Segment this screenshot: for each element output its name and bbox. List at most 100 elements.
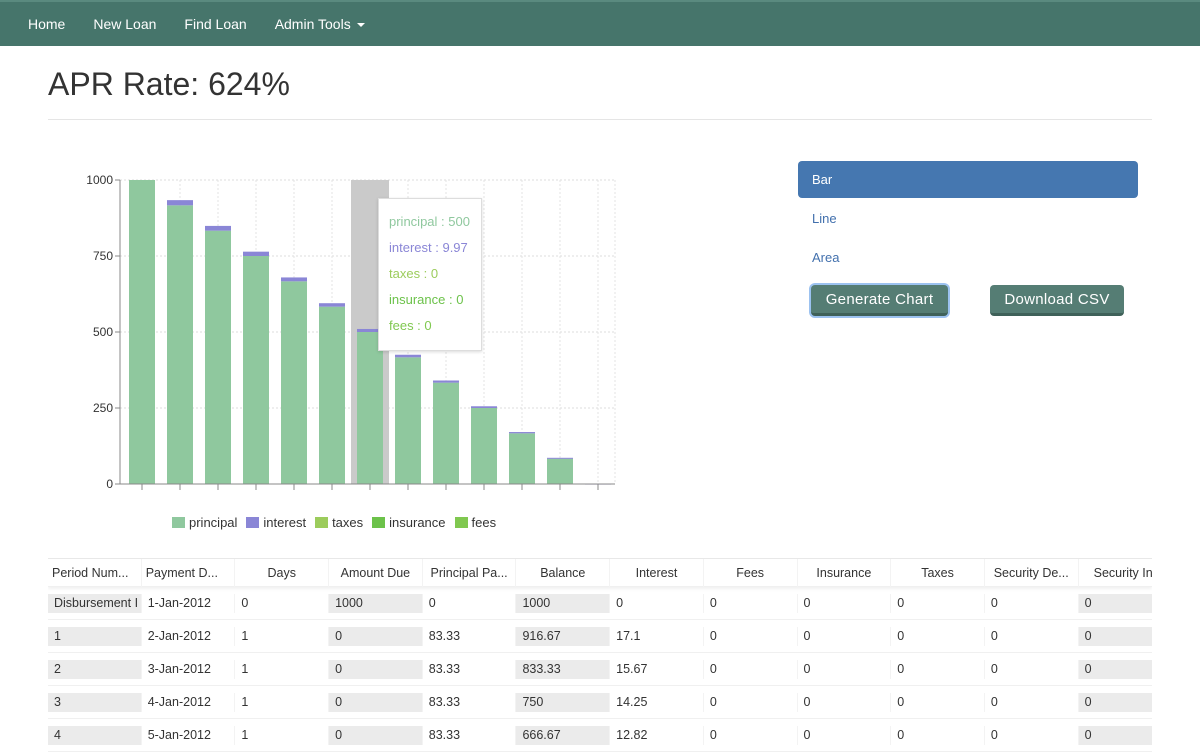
table-cell[interactable]: 0	[985, 593, 1079, 613]
table-cell[interactable]: 0	[329, 692, 423, 712]
bar-principal	[129, 180, 155, 484]
table-row: Disbursement I 1-Jan-2012 0 1000 0 1000 0 0 0 0 0 0	[48, 587, 1152, 620]
chart-type-bar[interactable]: Bar	[798, 161, 1138, 198]
table-cell[interactable]: 0	[235, 593, 330, 613]
table-cell[interactable]: 0	[891, 593, 985, 613]
legend-label: insurance	[389, 515, 446, 530]
table-cell[interactable]: 0	[329, 626, 423, 646]
legend-item-fees[interactable]: fees	[454, 515, 496, 530]
chart-legend: principal interest taxes insurance fees	[172, 515, 505, 530]
column-header[interactable]: Fees	[704, 559, 798, 587]
table-cell[interactable]: 15.67	[610, 659, 704, 679]
table-cell[interactable]: 1000	[516, 593, 611, 613]
table-cell[interactable]: 4-Jan-2012	[142, 692, 236, 712]
table-cell[interactable]: 0	[798, 659, 892, 679]
table-cell[interactable]: 0	[1078, 725, 1152, 745]
table-cell[interactable]: 0	[1078, 593, 1152, 613]
bar-principal	[433, 382, 459, 484]
table-cell[interactable]: 17.1	[610, 626, 704, 646]
legend-item-principal[interactable]: principal	[172, 515, 237, 530]
table-cell[interactable]: 0	[798, 725, 892, 745]
column-header[interactable]: Amount Due	[329, 559, 423, 587]
y-tick-label: 750	[93, 249, 113, 263]
table-cell[interactable]: 0	[798, 692, 892, 712]
table-cell[interactable]: 0	[1078, 659, 1152, 679]
table-cell[interactable]: 0	[891, 725, 985, 745]
table-cell[interactable]: 1	[48, 626, 142, 646]
table-cell[interactable]: 833.33	[516, 659, 611, 679]
table-cell[interactable]: Disbursement I	[48, 593, 142, 613]
table-cell[interactable]: 1	[235, 725, 330, 745]
table-cell[interactable]: 0	[985, 692, 1079, 712]
column-header[interactable]: Principal Pa...	[423, 559, 517, 587]
download-csv-button[interactable]: Download CSV	[990, 285, 1124, 316]
column-header[interactable]: Security Int	[1079, 559, 1152, 587]
bar-principal	[547, 458, 573, 484]
table-cell[interactable]: 0	[798, 626, 892, 646]
table-cell[interactable]: 0	[891, 626, 985, 646]
tooltip-line: principal : 500	[389, 214, 470, 229]
table-cell[interactable]: 0	[610, 593, 704, 613]
table-cell[interactable]: 0	[329, 725, 423, 745]
legend-item-taxes[interactable]: taxes	[315, 515, 363, 530]
table-cell[interactable]: 0	[704, 725, 798, 745]
table-cell[interactable]: 0	[423, 593, 517, 613]
generate-chart-button[interactable]: Generate Chart	[811, 285, 948, 316]
table-cell[interactable]: 0	[704, 593, 798, 613]
bar-interest	[509, 432, 535, 434]
table-cell[interactable]: 83.33	[423, 659, 517, 679]
table-cell[interactable]: 0	[1078, 626, 1152, 646]
table-cell[interactable]: 0	[798, 593, 892, 613]
table-cell[interactable]: 0	[1078, 692, 1152, 712]
column-header[interactable]: Taxes	[891, 559, 985, 587]
table-cell[interactable]: 1	[235, 659, 330, 679]
column-header[interactable]: Insurance	[798, 559, 892, 587]
chart-type-area[interactable]: Area	[798, 239, 1138, 276]
tooltip-line: taxes : 0	[389, 266, 439, 281]
table-row: 2 3-Jan-2012 1 0 83.33 833.33 15.67 0 0 0 0 0	[48, 653, 1152, 686]
table-cell[interactable]: 83.33	[423, 626, 517, 646]
table-cell[interactable]: 4	[48, 725, 142, 745]
y-tick-label: 1000	[86, 173, 113, 187]
column-header[interactable]: Period Num...	[48, 559, 142, 587]
table-row: 1 2-Jan-2012 1 0 83.33 916.67 17.1 0 0 0 0 0	[48, 620, 1152, 653]
table-cell[interactable]: 2-Jan-2012	[142, 626, 236, 646]
chart-type-line[interactable]: Line	[798, 200, 1138, 237]
column-header[interactable]: Payment D...	[142, 559, 236, 587]
table-cell[interactable]: 1-Jan-2012	[142, 593, 236, 613]
table-cell[interactable]: 12.82	[610, 725, 704, 745]
bar-interest	[243, 251, 269, 256]
table-cell[interactable]: 1	[235, 626, 330, 646]
bar-principal	[509, 433, 535, 484]
table-cell[interactable]: 0	[704, 692, 798, 712]
table-cell[interactable]: 3	[48, 692, 142, 712]
table-cell[interactable]: 3-Jan-2012	[142, 659, 236, 679]
column-header[interactable]: Interest	[610, 559, 704, 587]
table-cell[interactable]: 83.33	[423, 725, 517, 745]
bar-chart[interactable]: 0 250 500 750 1000	[0, 0, 640, 500]
bar-interest	[319, 303, 345, 307]
table-cell[interactable]: 0	[329, 659, 423, 679]
legend-item-interest[interactable]: interest	[246, 515, 306, 530]
table-cell[interactable]: 14.25	[610, 692, 704, 712]
table-cell[interactable]: 1000	[329, 593, 423, 613]
table-cell[interactable]: 1	[235, 692, 330, 712]
legend-item-insurance[interactable]: insurance	[372, 515, 446, 530]
table-cell[interactable]: 916.67	[516, 626, 611, 646]
table-cell[interactable]: 0	[891, 692, 985, 712]
table-cell[interactable]: 666.67	[516, 725, 611, 745]
y-tick-label: 0	[106, 477, 113, 491]
column-header[interactable]: Balance	[516, 559, 611, 587]
table-cell[interactable]: 0	[985, 725, 1079, 745]
table-cell[interactable]: 83.33	[423, 692, 517, 712]
table-cell[interactable]: 0	[985, 659, 1079, 679]
table-cell[interactable]: 2	[48, 659, 142, 679]
table-cell[interactable]: 0	[891, 659, 985, 679]
table-cell[interactable]: 0	[704, 626, 798, 646]
column-header[interactable]: Days	[235, 559, 330, 587]
table-cell[interactable]: 0	[704, 659, 798, 679]
table-cell[interactable]: 0	[985, 626, 1079, 646]
table-cell[interactable]: 750	[516, 692, 611, 712]
column-header[interactable]: Security De...	[985, 559, 1079, 587]
table-cell[interactable]: 5-Jan-2012	[142, 725, 236, 745]
